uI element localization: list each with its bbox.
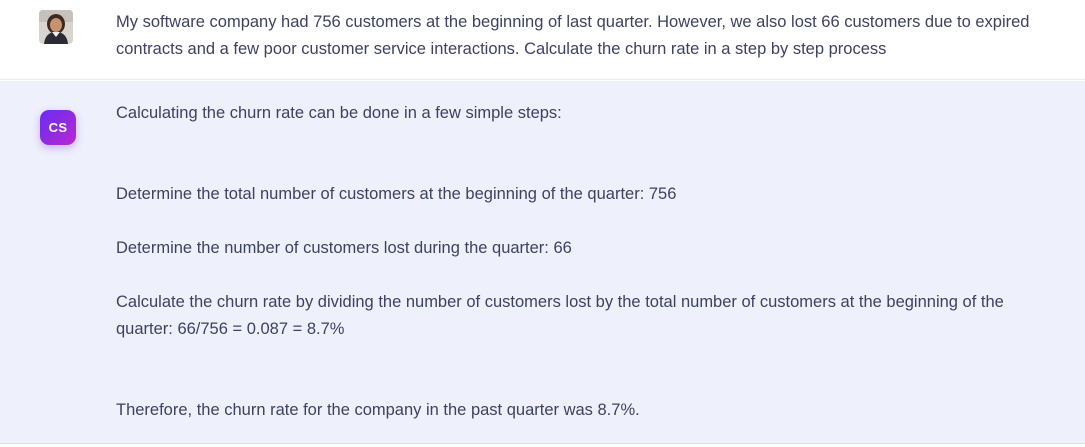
assistant-step-3: Calculate the churn rate by dividing the… — [116, 293, 1004, 338]
assistant-conclusion: Therefore, the churn rate for the compan… — [116, 401, 640, 419]
assistant-step-2: Determine the number of customers lost d… — [116, 239, 572, 257]
chat-thread: My software company had 756 customers at… — [0, 0, 1085, 447]
user-message: My software company had 756 customers at… — [0, 0, 1085, 80]
assistant-step-1: Determine the total number of customers … — [116, 185, 677, 203]
user-photo-icon — [39, 10, 73, 44]
assistant-intro: Calculating the churn rate can be done i… — [116, 104, 562, 122]
user-message-text: My software company had 756 customers at… — [116, 13, 1030, 58]
assistant-logo-label: CS — [48, 120, 68, 135]
assistant-message — [0, 81, 1085, 443]
thread-divider — [0, 443, 1085, 447]
assistant-logo-icon: CS — [40, 110, 76, 145]
user-avatar — [39, 10, 73, 44]
